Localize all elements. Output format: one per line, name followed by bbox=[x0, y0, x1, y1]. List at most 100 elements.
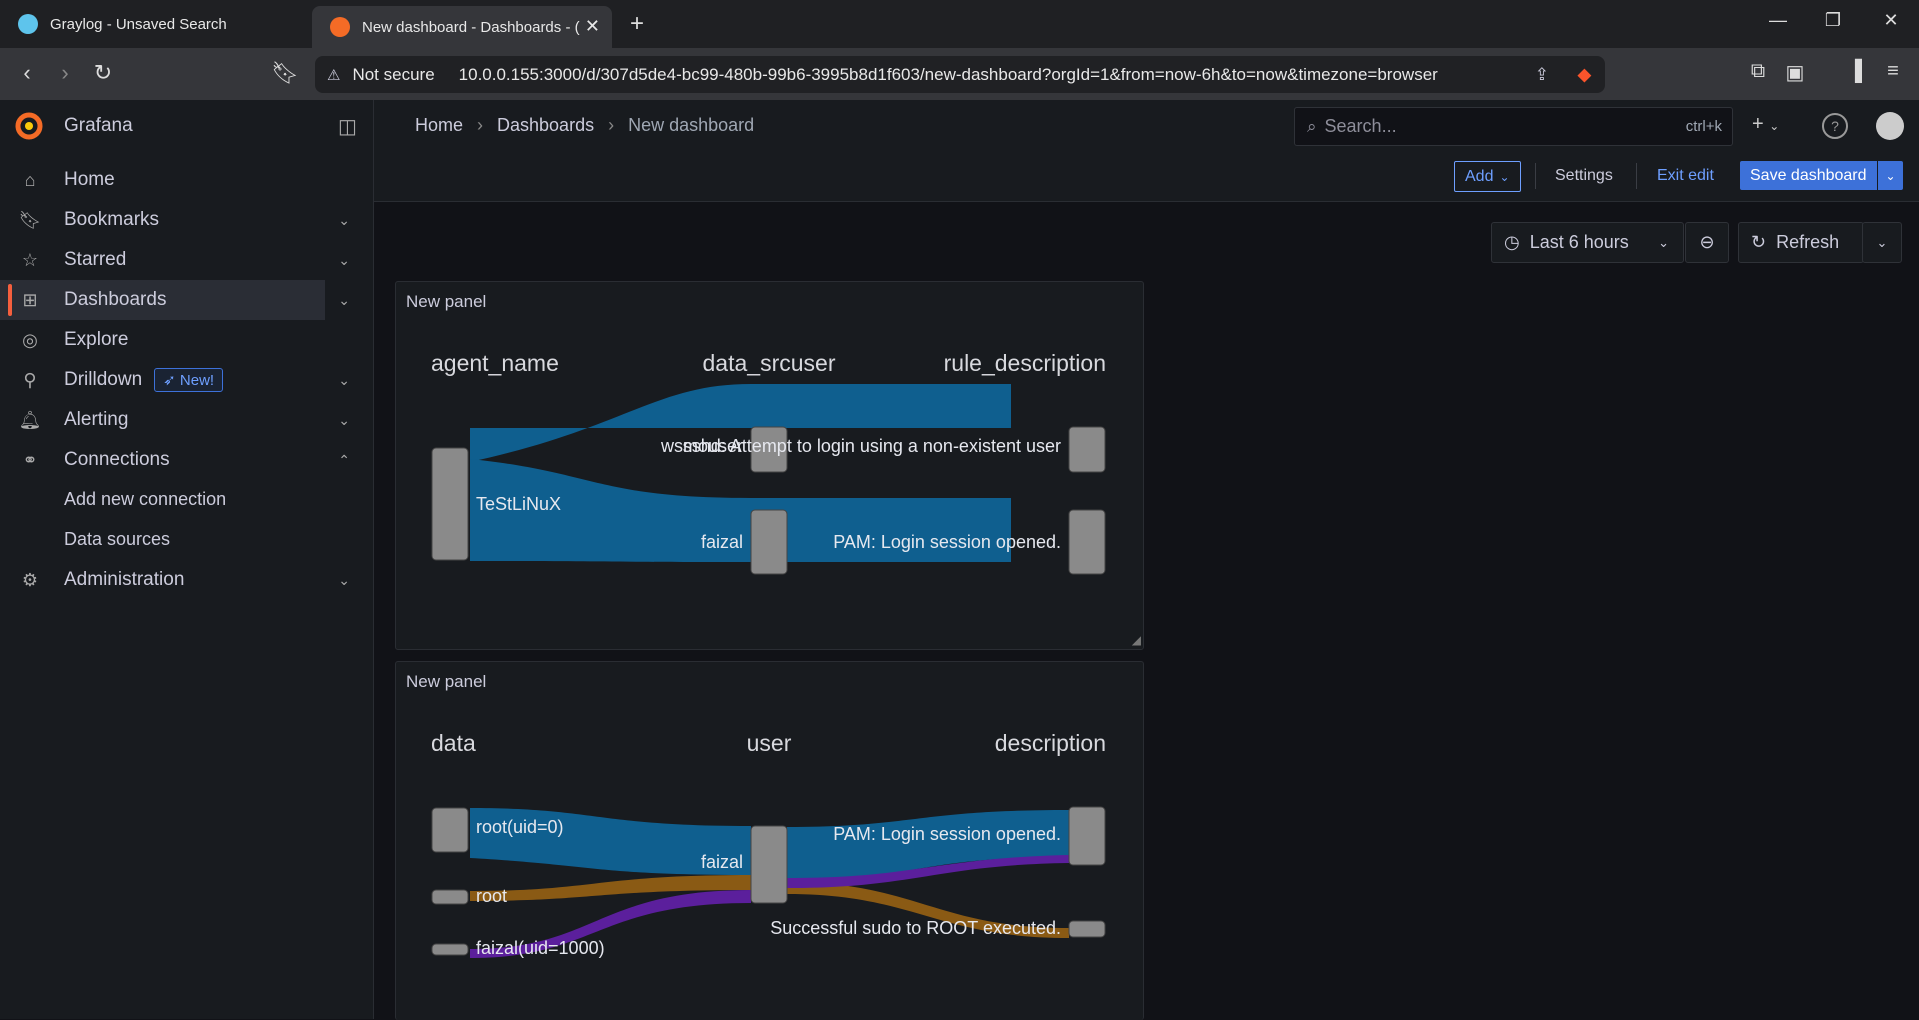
sankey-node[interactable] bbox=[431, 889, 469, 905]
browser-tab-grafana[interactable]: New dashboard - Dashboards - ( ✕ bbox=[312, 6, 612, 48]
sankey-panel-1[interactable]: New panel agent_name data_srcuser rule_d… bbox=[395, 281, 1144, 650]
sankey-node[interactable] bbox=[431, 943, 469, 956]
time-range-picker[interactable]: ◷ Last 6 hours ⌄ bbox=[1491, 222, 1684, 263]
sankey-node[interactable] bbox=[1068, 426, 1106, 473]
add-label: Add bbox=[1465, 167, 1494, 185]
warning-icon: ⚠ bbox=[327, 66, 341, 84]
sankey-link[interactable] bbox=[751, 498, 1011, 562]
sidebar-item-label: Alerting bbox=[64, 409, 129, 430]
graylog-favicon-icon bbox=[18, 14, 38, 34]
chevron-up-icon[interactable]: ⌃ bbox=[338, 452, 350, 469]
grafana-favicon-icon bbox=[330, 17, 350, 37]
chevron-down-icon[interactable]: ⌄ bbox=[338, 412, 350, 429]
node-label: PAM: Login session opened. bbox=[833, 824, 1061, 844]
url-field[interactable]: ⚠ Not secure 10.0.0.155:3000/d/307d5de4-… bbox=[315, 56, 1605, 93]
back-icon[interactable]: ‹ bbox=[12, 60, 42, 86]
microscope-icon: ⚲ bbox=[23, 369, 37, 390]
new-item-icon[interactable]: + ⌄ bbox=[1752, 113, 1779, 136]
sankey-link[interactable] bbox=[751, 384, 1011, 428]
browser-tab-graylog[interactable]: Graylog - Unsaved Search bbox=[0, 6, 310, 42]
chevron-down-icon: ⌄ bbox=[1876, 234, 1888, 250]
save-dashboard-button[interactable]: Save dashboard bbox=[1740, 161, 1877, 190]
forward-icon[interactable]: › bbox=[50, 60, 80, 86]
column-header: description bbox=[995, 730, 1106, 756]
sidebar-item-data-sources[interactable]: Data sources bbox=[64, 529, 170, 550]
refresh-label: Refresh bbox=[1776, 232, 1840, 252]
sidebar-item-dashboards[interactable]: ⊞ Dashboards ⌄ bbox=[0, 280, 350, 320]
sidebar-item-administration[interactable]: ⚙ Administration ⌄ bbox=[0, 560, 350, 600]
menu-icon[interactable]: ≡ bbox=[1878, 60, 1908, 83]
sankey-node[interactable] bbox=[750, 509, 788, 575]
save-options-chevron-icon[interactable]: ⌄ bbox=[1878, 161, 1903, 190]
chevron-right-icon: › bbox=[608, 115, 615, 135]
sankey-node[interactable] bbox=[1068, 806, 1106, 866]
sankey-node[interactable] bbox=[750, 825, 788, 904]
sidebar-item-drilldown[interactable]: ⚲ Drilldown ➶ New! ⌄ bbox=[0, 360, 350, 400]
sankey-node[interactable] bbox=[431, 807, 469, 853]
node-label: TeStLiNuX bbox=[476, 494, 561, 514]
close-window-icon[interactable]: ✕ bbox=[1871, 10, 1911, 31]
sankey-node[interactable] bbox=[431, 447, 469, 561]
refresh-icon: ↻ bbox=[1751, 232, 1767, 252]
sankey-node[interactable] bbox=[1068, 509, 1106, 575]
chevron-down-icon[interactable]: ⌄ bbox=[338, 372, 350, 389]
bookmark-page-icon[interactable]: 🔖︎ bbox=[270, 60, 300, 86]
breadcrumb-current: New dashboard bbox=[628, 115, 755, 135]
node-label: faizal bbox=[701, 852, 743, 872]
share-icon[interactable]: ⇪ bbox=[1535, 65, 1549, 85]
rocket-icon: ➶ bbox=[163, 372, 180, 389]
sidebar-item-add-new-connection[interactable]: Add new connection bbox=[64, 489, 226, 510]
chevron-down-icon[interactable]: ⌄ bbox=[338, 572, 350, 589]
dock-menu-icon[interactable]: ◫ bbox=[338, 114, 357, 139]
sidebar-item-connections[interactable]: ⚭ Connections ⌃ bbox=[0, 440, 350, 480]
sidebar-item-bookmarks[interactable]: 🔖︎ Bookmarks ⌄ bbox=[0, 200, 350, 240]
breadcrumb: Home › Dashboards › New dashboard bbox=[415, 115, 754, 136]
resize-handle-icon[interactable]: ◢ bbox=[1132, 633, 1141, 647]
sidebar-toggle-icon[interactable]: ▐ bbox=[1840, 60, 1870, 83]
wallet-icon[interactable]: ▣ bbox=[1780, 60, 1810, 85]
sidebar-item-starred[interactable]: ☆ Starred ⌄ bbox=[0, 240, 350, 280]
cog-icon: ⚙ bbox=[21, 569, 39, 590]
restore-icon[interactable]: ❐ bbox=[1813, 10, 1853, 31]
bell-icon: 🔔︎ bbox=[18, 409, 42, 430]
column-header: data bbox=[431, 730, 476, 756]
column-header: rule_description bbox=[944, 350, 1106, 376]
extensions-icon[interactable]: ⧉ bbox=[1743, 60, 1773, 83]
breadcrumb-home[interactable]: Home bbox=[415, 115, 463, 136]
grafana-logo-icon[interactable] bbox=[14, 111, 44, 141]
node-label: root bbox=[476, 886, 507, 906]
chevron-down-icon[interactable]: ⌄ bbox=[338, 212, 350, 229]
app-name[interactable]: Grafana bbox=[64, 115, 133, 137]
column-header: user bbox=[747, 730, 792, 756]
sankey-node[interactable] bbox=[1068, 920, 1106, 938]
security-label[interactable]: Not secure bbox=[352, 65, 434, 85]
sidebar-item-label: Starred bbox=[64, 249, 127, 270]
refresh-button[interactable]: ↻ Refresh bbox=[1738, 222, 1864, 263]
close-tab-icon[interactable]: ✕ bbox=[585, 16, 600, 37]
sankey-chart: data user description root(uid=0) root f… bbox=[431, 730, 1106, 958]
brave-shield-icon[interactable]: ◆ bbox=[1578, 65, 1591, 85]
breadcrumb-dashboards[interactable]: Dashboards bbox=[497, 115, 594, 136]
sidebar-item-explore[interactable]: ◎ Explore bbox=[0, 320, 325, 360]
chevron-down-icon[interactable]: ⌄ bbox=[338, 292, 350, 309]
sidebar-item-label: Dashboards bbox=[64, 289, 167, 310]
help-icon[interactable]: ? bbox=[1822, 113, 1848, 139]
reload-icon[interactable]: ↻ bbox=[88, 60, 118, 86]
home-icon: ⌂ bbox=[24, 169, 36, 190]
chevron-right-icon: › bbox=[477, 115, 484, 135]
avatar[interactable] bbox=[1876, 112, 1904, 140]
sidebar-item-home[interactable]: ⌂ Home bbox=[0, 160, 325, 200]
minimize-icon[interactable]: — bbox=[1758, 10, 1798, 31]
chevron-down-icon[interactable]: ⌄ bbox=[338, 252, 350, 269]
exit-edit-button[interactable]: Exit edit bbox=[1647, 161, 1724, 190]
new-tab-icon[interactable]: + bbox=[630, 10, 644, 38]
search-input[interactable]: ⌕ Search... ctrl+k bbox=[1294, 107, 1733, 146]
sidebar-item-alerting[interactable]: 🔔︎ Alerting ⌄ bbox=[0, 400, 350, 440]
refresh-interval-picker[interactable]: ⌄ bbox=[1862, 222, 1902, 263]
settings-button[interactable]: Settings bbox=[1545, 161, 1623, 190]
column-header: agent_name bbox=[431, 350, 559, 376]
sankey-panel-2[interactable]: New panel data user description root(uid… bbox=[395, 661, 1144, 1020]
add-button[interactable]: Add ⌄ bbox=[1454, 161, 1521, 192]
clock-icon: ◷ bbox=[1504, 232, 1520, 252]
zoom-out-button[interactable]: ⊖ bbox=[1685, 222, 1729, 263]
